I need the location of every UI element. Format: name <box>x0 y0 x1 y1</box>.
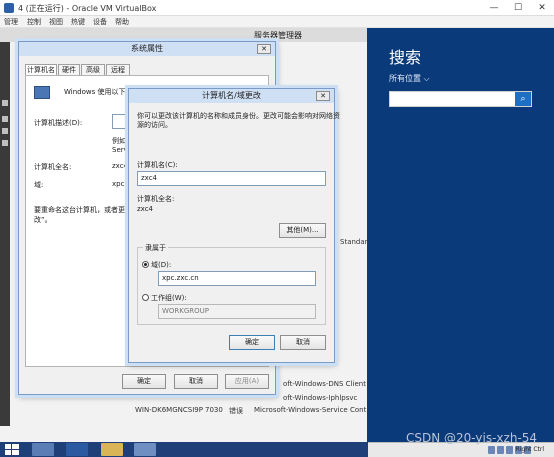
event-level: 错误 <box>229 407 243 415</box>
dialog-title: 系统属性 <box>19 42 275 56</box>
nav-icon[interactable] <box>2 128 8 134</box>
menu-manage[interactable]: 管理 <box>4 17 18 27</box>
windows-start-icon[interactable] <box>4 444 20 455</box>
search-heading: 搜索 <box>389 48 422 67</box>
window-title: 4 (正在运行) - Oracle VM VirtualBox <box>18 4 157 13</box>
optical-drive-icon[interactable] <box>497 446 504 454</box>
host-key-label: Right Ctrl <box>515 446 544 453</box>
menu-devices[interactable]: 设备 <box>93 17 107 27</box>
fullname-label: 计算机全名: <box>137 195 175 203</box>
fullname-value: zxc4 <box>112 162 128 170</box>
apply-button[interactable]: 应用(A) <box>225 374 269 389</box>
member-of-label: 隶属于 <box>143 243 168 253</box>
system-taskbar-icon[interactable] <box>134 443 156 456</box>
domain-input[interactable]: xpc.zxc.cn <box>158 271 316 286</box>
info-text: Windows 使用以下信 <box>64 88 133 96</box>
domain-label: 域: <box>34 181 44 189</box>
domain-label: 域(D): <box>151 261 172 269</box>
virtualbox-icon <box>4 3 14 13</box>
maximize-button[interactable]: ☐ <box>512 2 524 14</box>
disk-icon[interactable] <box>488 446 495 454</box>
menu-control[interactable]: 控制 <box>27 17 41 27</box>
computer-name-label: 计算机名(C): <box>137 161 178 169</box>
description-label: 计算机描述(D): <box>34 119 83 127</box>
computer-name-domain-dialog: 计算机名/域更改 ✕ 你可以更改该计算机的名称和成员身份。更改可能会影响对网络资… <box>128 88 340 363</box>
close-icon[interactable]: ✕ <box>257 44 271 54</box>
server-manager-nav <box>0 42 10 426</box>
close-button[interactable]: ✕ <box>536 2 548 14</box>
fullname-value: zxc4 <box>137 205 153 213</box>
nav-icon[interactable] <box>2 116 8 122</box>
computer-icon <box>34 86 50 99</box>
rename-hint: 改”。 <box>34 216 52 224</box>
nav-icon[interactable] <box>2 140 8 146</box>
menu-hotkey[interactable]: 热键 <box>71 17 85 27</box>
dialog-title: 计算机名/域更改 <box>129 89 334 103</box>
more-button[interactable]: 其他(M)... <box>279 223 326 238</box>
vbox-menubar: 管理 控制 视图 热键 设备 帮助 <box>0 16 554 28</box>
workgroup-input[interactable]: WORKGROUP <box>158 304 316 319</box>
computer-name-input[interactable]: zxc4 <box>137 171 326 186</box>
member-of-group: 隶属于 域(D): xpc.zxc.cn 工作组(W): WORKGROUP <box>137 243 326 325</box>
example-text: 例如: <box>112 137 129 145</box>
file-explorer-icon[interactable] <box>101 443 123 456</box>
event-server: WIN-DK6MGNCSI9P <box>135 406 203 414</box>
cancel-button[interactable]: 取消 <box>280 335 326 350</box>
powershell-icon[interactable] <box>66 443 88 456</box>
vbox-titlebar: 4 (正在运行) - Oracle VM VirtualBox — ☐ ✕ <box>0 0 554 16</box>
event-id: 7030 <box>205 406 223 414</box>
event-row[interactable]: oft-Windows-Iphlpsvc <box>283 394 357 402</box>
search-scope-dropdown[interactable]: 所有位置 ⌵ <box>389 73 430 84</box>
domain-radio[interactable] <box>142 261 149 268</box>
server-manager-title: 服务器管理器 <box>254 31 302 40</box>
search-input[interactable]: ⌕ <box>389 91 532 107</box>
workgroup-radio[interactable] <box>142 294 149 301</box>
event-source: Microsoft-Windows-Service Control <box>254 406 376 414</box>
search-charm: 搜索 所有位置 ⌵ ⌕ <box>367 28 554 442</box>
menu-view[interactable]: 视图 <box>49 17 63 27</box>
server-manager-titlebar: 服务器管理器 <box>0 28 367 42</box>
rename-hint: 要重命名这台计算机，或者更改其 <box>34 206 139 214</box>
guest-screen: 服务器管理器 Standard oft-Windows-DNS Client E… <box>0 28 554 442</box>
fullname-label: 计算机全名: <box>34 163 72 171</box>
intro-text: 源的访问。 <box>137 121 172 129</box>
cancel-button[interactable]: 取消 <box>174 374 218 389</box>
workgroup-label: 工作组(W): <box>151 294 187 302</box>
close-icon[interactable]: ✕ <box>316 91 330 101</box>
network-icon[interactable] <box>506 446 513 454</box>
ok-button[interactable]: 确定 <box>122 374 166 389</box>
ok-button[interactable]: 确定 <box>229 335 275 350</box>
minimize-button[interactable]: — <box>488 2 500 14</box>
menu-help[interactable]: 帮助 <box>115 17 129 27</box>
server-manager-taskbar-icon[interactable] <box>32 443 54 456</box>
search-icon[interactable]: ⌕ <box>515 92 531 106</box>
nav-icon[interactable] <box>2 100 8 106</box>
watermark: CSDN @20-yis-xzh-54 <box>406 431 538 445</box>
